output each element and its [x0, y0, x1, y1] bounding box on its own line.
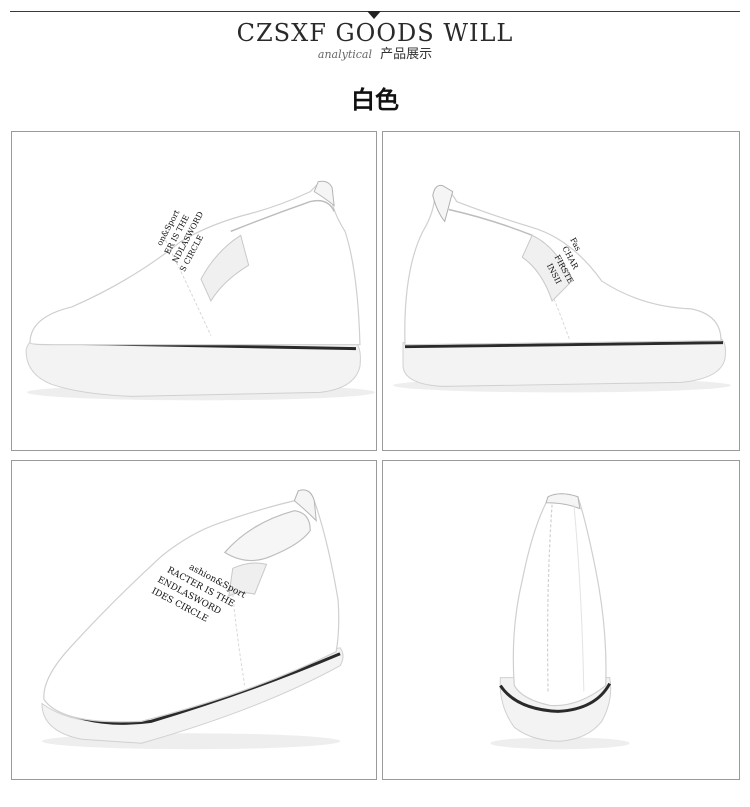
product-photo-three-quarter: ashion&Sport RACTER IS THE ENDLASWORD ID…: [11, 460, 377, 780]
shoe-three-quarter-image: ashion&Sport RACTER IS THE ENDLASWORD ID…: [41, 489, 344, 750]
product-photo-side-left: on&Sport ER IS THE NDLASWORD S CIRCLE: [11, 131, 377, 451]
shoe-side-right-image: Fas CHAR FIRSTE INSII: [393, 184, 731, 393]
product-photo-back: [382, 460, 740, 780]
color-label: 白色: [351, 86, 399, 114]
shoe-back-image: [490, 493, 630, 750]
subtitle-english: analytical: [317, 48, 372, 61]
product-photo-side-right: Fas CHAR FIRSTE INSII: [382, 131, 740, 451]
section-subtitle: analytical 产品展示: [0, 44, 750, 64]
shoe-side-left-image: on&Sport ER IS THE NDLASWORD S CIRCLE: [25, 180, 375, 401]
subtitle-chinese: 产品展示: [380, 47, 433, 62]
